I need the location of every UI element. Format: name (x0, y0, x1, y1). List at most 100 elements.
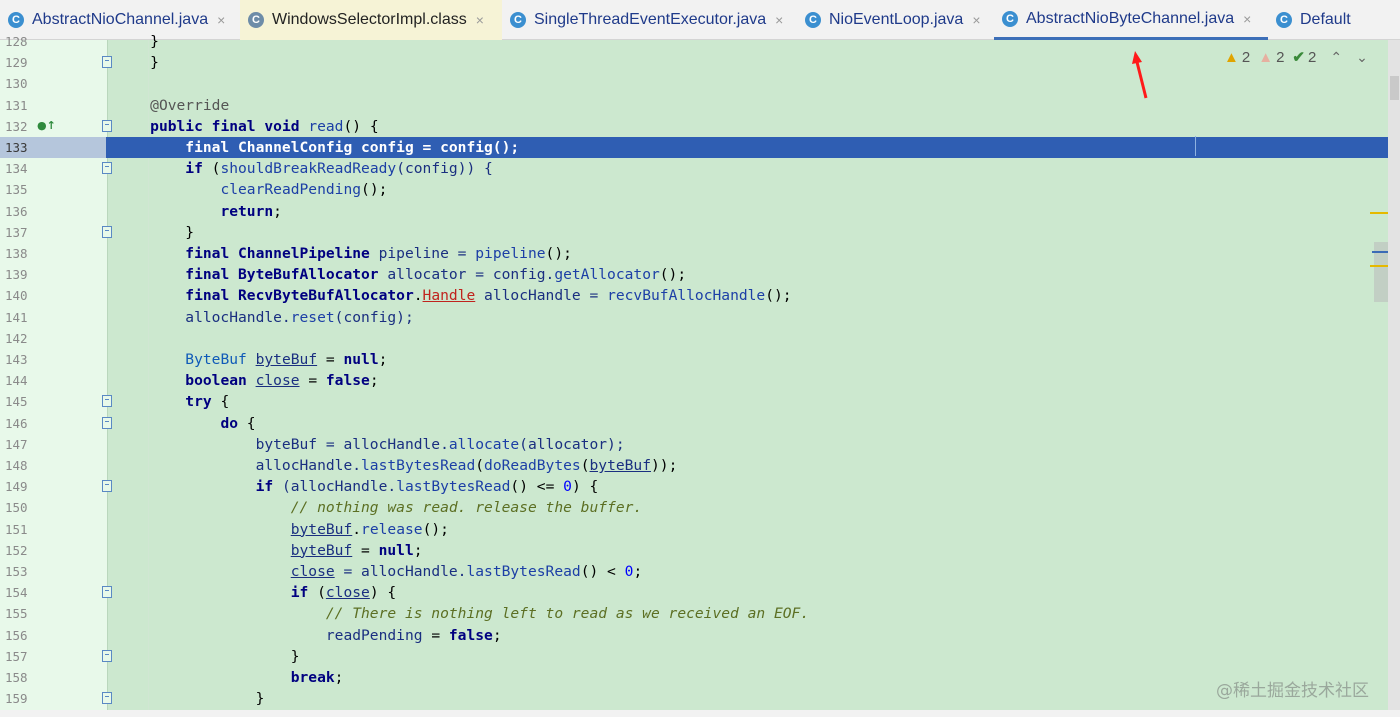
line-number[interactable]: 157 (5, 646, 35, 667)
code-text[interactable]: byteBuf.release(); (115, 519, 449, 540)
line-number[interactable]: 145 (5, 391, 35, 412)
line-number[interactable]: 132 (5, 116, 35, 137)
close-tab-icon[interactable]: × (972, 12, 980, 28)
code-line[interactable]: 137 } (0, 222, 1388, 243)
overrides-method-icon[interactable]: ●↑ (37, 119, 56, 132)
scrollbar-thumb[interactable] (1390, 76, 1399, 100)
code-line[interactable]: 129 } (0, 52, 1388, 73)
code-line[interactable]: 143 ByteBuf byteBuf = null; (0, 349, 1388, 370)
code-text[interactable]: } (115, 646, 300, 667)
fold-toggle-icon[interactable] (102, 480, 112, 493)
line-number[interactable]: 137 (5, 222, 35, 243)
line-number[interactable]: 143 (5, 349, 35, 370)
close-tab-icon[interactable]: × (476, 12, 484, 28)
warning-stripe-mark[interactable] (1370, 265, 1388, 267)
code-text[interactable]: // There is nothing left to read as we r… (115, 603, 809, 624)
line-number[interactable]: 131 (5, 95, 35, 116)
line-number[interactable]: 156 (5, 625, 35, 646)
line-number[interactable]: 141 (5, 307, 35, 328)
code-line[interactable]: 136 return; (0, 201, 1388, 222)
code-text[interactable]: } (115, 52, 159, 73)
line-number[interactable]: 155 (5, 603, 35, 624)
code-line[interactable]: 139 final ByteBufAllocator allocator = c… (0, 264, 1388, 285)
code-text[interactable]: } (115, 222, 194, 243)
close-tab-icon[interactable]: × (217, 12, 225, 28)
code-line[interactable]: 158 break; (0, 667, 1388, 688)
code-line[interactable]: 146 do { (0, 413, 1388, 434)
code-line[interactable]: 132 ●↑ public final void read() { (0, 116, 1388, 137)
line-number[interactable]: 128 (5, 31, 35, 52)
code-line[interactable]: 135 clearReadPending(); (0, 179, 1388, 200)
close-tab-icon[interactable]: × (775, 12, 783, 28)
line-number[interactable]: 149 (5, 476, 35, 497)
code-line[interactable]: 140 final RecvByteBufAllocator.Handle al… (0, 285, 1388, 306)
line-number[interactable]: 154 (5, 582, 35, 603)
code-line[interactable]: 155 // There is nothing left to read as … (0, 603, 1388, 624)
line-number[interactable]: 150 (5, 497, 35, 518)
code-line[interactable]: 141 allocHandle.reset(config); (0, 307, 1388, 328)
code-text[interactable]: clearReadPending(); (115, 179, 387, 200)
code-line[interactable]: 152 byteBuf = null; (0, 540, 1388, 561)
line-number[interactable]: 138 (5, 243, 35, 264)
code-line[interactable]: 148 allocHandle.lastBytesRead(doReadByte… (0, 455, 1388, 476)
code-text[interactable]: // nothing was read. release the buffer. (115, 497, 642, 518)
code-line[interactable]: 157 } (0, 646, 1388, 667)
line-number[interactable]: 129 (5, 52, 35, 73)
line-number[interactable]: 147 (5, 434, 35, 455)
vertical-scrollbar[interactable] (1388, 40, 1400, 717)
code-line[interactable]: 159 } (0, 688, 1388, 709)
code-text[interactable]: final RecvByteBufAllocator.Handle allocH… (115, 285, 791, 306)
code-line[interactable]: 130 (0, 73, 1388, 94)
code-line[interactable]: 154 if (close) { (0, 582, 1388, 603)
fold-toggle-icon[interactable] (102, 119, 112, 132)
code-text[interactable]: if (allocHandle.lastBytesRead() <= 0) { (115, 476, 599, 497)
line-number[interactable]: 158 (5, 667, 35, 688)
code-text[interactable]: byteBuf = null; (115, 540, 423, 561)
line-number[interactable]: 140 (5, 285, 35, 306)
code-text[interactable]: readPending = false; (115, 625, 502, 646)
code-text[interactable]: if (close) { (115, 582, 396, 603)
code-line[interactable]: 142 (0, 328, 1388, 349)
fold-toggle-icon[interactable] (102, 692, 112, 705)
line-number[interactable]: 133 (0, 137, 106, 158)
weak-warnings-indicator[interactable]: ▲ 2 (1258, 49, 1284, 66)
code-line[interactable]: 145 try { (0, 391, 1388, 412)
close-tab-icon[interactable]: × (1243, 11, 1251, 27)
code-text[interactable]: final ByteBufAllocator allocator = confi… (115, 264, 686, 285)
code-text[interactable]: byteBuf = allocHandle.allocate(allocator… (115, 434, 625, 455)
code-text[interactable]: break; (115, 667, 344, 688)
line-number[interactable]: 136 (5, 201, 35, 222)
line-number[interactable]: 146 (5, 413, 35, 434)
code-text[interactable]: @Override (115, 95, 229, 116)
line-number[interactable]: 151 (5, 519, 35, 540)
line-number[interactable]: 130 (5, 73, 35, 94)
code-text[interactable]: public final void read() { (115, 116, 378, 137)
code-text[interactable]: } (115, 31, 159, 52)
code-line[interactable]: 144 boolean close = false; (0, 370, 1388, 391)
code-text[interactable]: ByteBuf byteBuf = null; (115, 349, 387, 370)
code-text[interactable]: final ChannelConfig config = config(); (115, 137, 519, 158)
code-line[interactable]: 153 close = allocHandle.lastBytesRead() … (0, 561, 1388, 582)
inspection-widget[interactable]: ▲ 2 ▲ 2 ✔ 2 ⌃ ⌄ (1224, 48, 1368, 67)
line-number[interactable]: 152 (5, 540, 35, 561)
line-number[interactable]: 153 (5, 561, 35, 582)
code-text[interactable]: } (115, 688, 265, 709)
next-highlight-icon[interactable]: ⌄ (1356, 49, 1368, 66)
code-line[interactable]: 150 // nothing was read. release the buf… (0, 497, 1388, 518)
code-text[interactable]: try { (115, 391, 229, 412)
fold-toggle-icon[interactable] (102, 586, 112, 599)
fold-toggle-icon[interactable] (102, 162, 112, 175)
line-number[interactable]: 142 (5, 328, 35, 349)
line-number[interactable]: 135 (5, 179, 35, 200)
line-number[interactable]: 134 (5, 158, 35, 179)
fold-toggle-icon[interactable] (102, 416, 112, 429)
code-text[interactable]: close = allocHandle.lastBytesRead() < 0; (115, 561, 643, 582)
code-text[interactable]: if (shouldBreakReadReady(config)) { (115, 158, 493, 179)
code-line[interactable]: 156 readPending = false; (0, 625, 1388, 646)
code-text[interactable]: return; (115, 201, 282, 222)
line-number[interactable]: 139 (5, 264, 35, 285)
code-line[interactable]: 149 if (allocHandle.lastBytesRead() <= 0… (0, 476, 1388, 497)
line-number[interactable]: 148 (5, 455, 35, 476)
line-number[interactable]: 144 (5, 370, 35, 391)
code-text[interactable]: allocHandle.lastBytesRead(doReadBytes(by… (115, 455, 678, 476)
